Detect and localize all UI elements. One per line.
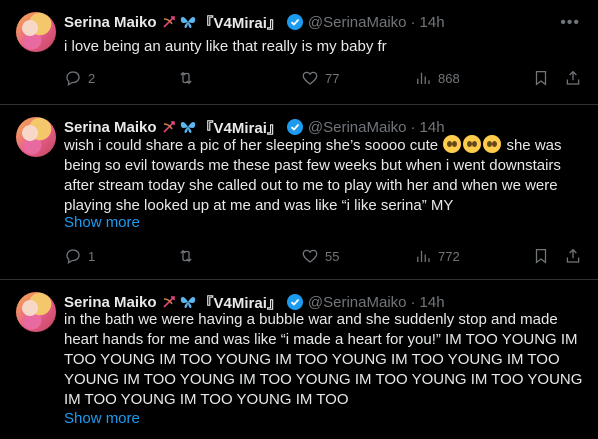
like-icon <box>302 249 318 263</box>
timestamp[interactable]: 14h <box>420 119 445 136</box>
separator-dot: · <box>410 13 416 31</box>
handle[interactable]: @SerinaMaiko <box>308 119 407 136</box>
reply-button[interactable]: 1 <box>64 246 95 266</box>
display-name[interactable]: Serina Maiko <box>64 119 157 136</box>
retweet-button[interactable] <box>177 246 195 266</box>
show-more-link[interactable]: Show more <box>64 214 140 231</box>
verified-badge-icon <box>286 13 304 31</box>
display-name[interactable]: Serina Maiko <box>64 294 157 311</box>
butterfly-icon <box>180 297 195 308</box>
views-icon <box>417 250 430 262</box>
bow-arrow-icon <box>162 121 175 133</box>
reply-count: 1 <box>88 248 96 264</box>
display-name[interactable]: Serina Maiko <box>64 14 157 31</box>
name-emojis <box>161 14 197 30</box>
tweet-header: Serina Maiko 『V4Mirai』 @SerinaMaiko · 14… <box>64 12 445 32</box>
share-icon <box>566 248 580 263</box>
timestamp[interactable]: 14h <box>420 294 445 311</box>
more-icon[interactable]: ••• <box>560 14 580 32</box>
separator-dot: · <box>410 293 416 311</box>
like-count: 55 <box>325 248 340 264</box>
bow-arrow-icon <box>162 16 175 28</box>
views-button[interactable]: 772 <box>414 246 460 266</box>
pleading-face-icon <box>443 135 462 153</box>
share-button[interactable] <box>564 246 582 266</box>
reply-icon <box>66 249 80 264</box>
bookmark-icon <box>535 70 547 86</box>
action-bar: 1 55 772 <box>64 246 582 266</box>
avatar[interactable] <box>16 292 56 332</box>
tweet-header: Serina Maiko 『V4Mirai』 @SerinaMaiko · 14… <box>64 117 445 137</box>
retweet-icon <box>180 249 192 263</box>
tweet-2[interactable]: Serina Maiko 『V4Mirai』 @SerinaMaiko · 14… <box>0 105 598 280</box>
reply-icon <box>66 71 80 86</box>
handle[interactable]: @SerinaMaiko <box>308 294 407 311</box>
retweet-button[interactable] <box>177 68 195 88</box>
reply-count: 2 <box>88 70 96 86</box>
like-count: 77 <box>325 70 340 86</box>
views-button[interactable]: 868 <box>414 68 460 88</box>
views-count: 868 <box>438 70 460 86</box>
bookmark-button[interactable] <box>532 246 550 266</box>
tweet-text: i love being an aunty like that really i… <box>64 38 387 55</box>
avatar[interactable] <box>16 12 56 52</box>
bow-arrow-icon <box>162 296 175 308</box>
verified-badge-icon <box>286 293 304 311</box>
butterfly-icon <box>180 17 195 28</box>
bookmark-icon <box>535 248 547 264</box>
name-emojis <box>161 119 197 135</box>
retweet-icon <box>180 71 192 85</box>
share-button[interactable] <box>564 68 582 88</box>
views-count: 772 <box>438 248 460 264</box>
tweet-text-part1: wish i could share a pic of her sleeping… <box>64 137 439 154</box>
action-bar: 2 77 868 <box>64 68 582 88</box>
verified-badge-icon <box>286 118 304 136</box>
show-more-link[interactable]: Show more <box>64 410 140 427</box>
pleading-face-icon <box>483 135 502 153</box>
pleading-face-icon <box>463 135 482 153</box>
avatar[interactable] <box>16 117 56 157</box>
display-name-suffix: 『V4Mirai』 <box>198 14 282 32</box>
share-icon <box>566 70 580 85</box>
like-button[interactable]: 55 <box>301 246 339 266</box>
butterfly-icon <box>180 122 195 133</box>
views-icon <box>417 72 430 84</box>
name-emojis <box>161 294 197 310</box>
tweet-3[interactable]: Serina Maiko 『V4Mirai』 @SerinaMaiko · 14… <box>0 280 598 439</box>
bookmark-button[interactable] <box>532 68 550 88</box>
tweet-text: wish i could share a pic of her sleeping… <box>64 135 584 216</box>
like-button[interactable]: 77 <box>301 68 339 88</box>
reply-button[interactable]: 2 <box>64 68 95 88</box>
tweet-text: in the bath we were having a bubble war … <box>64 311 583 408</box>
tweet-1[interactable]: Serina Maiko 『V4Mirai』 @SerinaMaiko · 14… <box>0 0 598 105</box>
tweet-header: Serina Maiko 『V4Mirai』 @SerinaMaiko · 14… <box>64 292 445 312</box>
handle[interactable]: @SerinaMaiko <box>308 14 407 31</box>
timestamp[interactable]: 14h <box>420 14 445 31</box>
like-icon <box>302 71 318 85</box>
separator-dot: · <box>410 118 416 136</box>
